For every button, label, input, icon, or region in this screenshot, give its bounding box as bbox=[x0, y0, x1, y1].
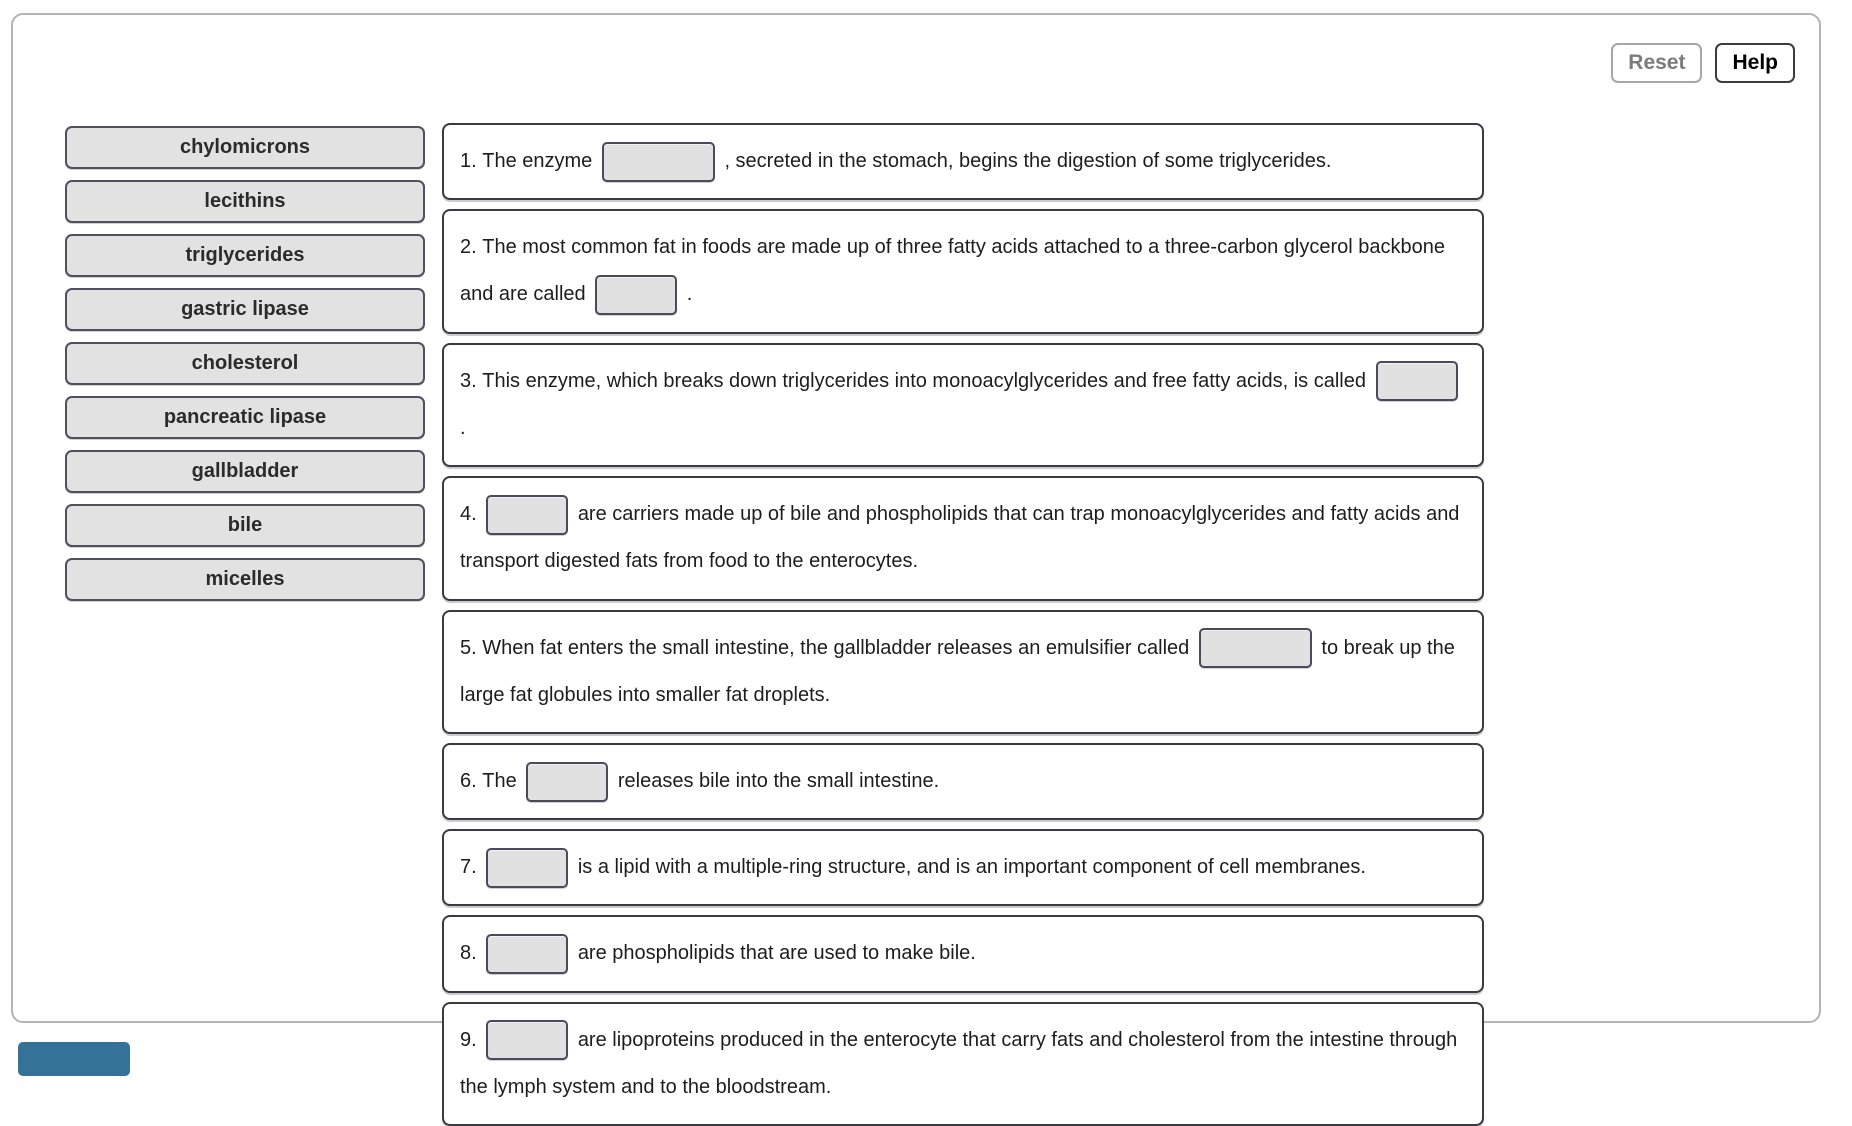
toolbar: Reset Help bbox=[1611, 43, 1795, 84]
word-bank-item-label: bile bbox=[227, 514, 263, 536]
word-bank-item[interactable]: lecithins bbox=[65, 180, 425, 223]
question-list: 1. The enzyme , secreted in the stomach,… bbox=[442, 123, 1484, 1126]
question-text: 4. are carriers made up of bile and phos… bbox=[460, 491, 1465, 585]
question-item: 4. are carriers made up of bile and phos… bbox=[442, 476, 1484, 601]
question-number: 8. bbox=[460, 942, 477, 965]
question-text-after: . bbox=[460, 417, 466, 440]
submit-button[interactable] bbox=[18, 1042, 130, 1076]
word-bank-item-label: gastric lipase bbox=[181, 298, 309, 320]
word-bank-item-label: micelles bbox=[205, 568, 285, 590]
word-bank-item-label: gallbladder bbox=[191, 460, 299, 482]
question-text: 9. are lipoproteins produced in the ente… bbox=[460, 1017, 1465, 1111]
question-text-after: are carriers made up of bile and phospho… bbox=[460, 503, 1460, 573]
word-bank-item-label: triglycerides bbox=[185, 244, 305, 266]
question-text: 1. The enzyme , secreted in the stomach,… bbox=[460, 138, 1465, 185]
question-item: 5. When fat enters the small intestine, … bbox=[442, 609, 1484, 734]
answer-dropzone[interactable] bbox=[486, 847, 569, 888]
question-text: 5. When fat enters the small intestine, … bbox=[460, 625, 1465, 719]
answer-dropzone[interactable] bbox=[486, 934, 569, 975]
answer-dropzone[interactable] bbox=[595, 275, 678, 316]
question-number: 1. bbox=[460, 150, 477, 173]
question-item: 2. The most common fat in foods are made… bbox=[442, 209, 1484, 334]
word-bank-item[interactable]: cholesterol bbox=[65, 342, 425, 385]
word-bank-item-label: pancreatic lipase bbox=[163, 406, 327, 428]
word-bank-item-label: chylomicrons bbox=[179, 136, 311, 158]
question-item: 8. are phospholipids that are used to ma… bbox=[442, 915, 1484, 993]
word-bank: chylomicrons lecithins triglycerides gas… bbox=[13, 123, 425, 601]
question-text: 7. is a lipid with a multiple-ring struc… bbox=[460, 844, 1465, 891]
question-text-before: The enzyme bbox=[482, 150, 593, 173]
question-text-before: The bbox=[482, 770, 517, 793]
question-number: 5. bbox=[460, 636, 477, 659]
question-item: 1. The enzyme , secreted in the stomach,… bbox=[442, 123, 1484, 201]
word-bank-item[interactable]: triglycerides bbox=[65, 234, 425, 277]
question-text-before: This enzyme, which breaks down triglycer… bbox=[482, 369, 1366, 392]
answer-dropzone[interactable] bbox=[486, 494, 569, 535]
question-number: 2. bbox=[460, 236, 477, 259]
question-item: 7. is a lipid with a multiple-ring struc… bbox=[442, 829, 1484, 907]
question-text-after: releases bile into the small intestine. bbox=[617, 770, 940, 793]
question-text-after: , secreted in the stomach, begins the di… bbox=[724, 150, 1332, 173]
question-number: 3. bbox=[460, 369, 477, 392]
question-number: 7. bbox=[460, 856, 477, 879]
answer-dropzone[interactable] bbox=[1375, 361, 1458, 402]
word-bank-item[interactable]: chylomicrons bbox=[65, 126, 425, 169]
answer-dropzone[interactable] bbox=[1198, 628, 1312, 669]
question-text: 3. This enzyme, which breaks down trigly… bbox=[460, 358, 1465, 452]
question-text-after: is a lipid with a multiple-ring structur… bbox=[577, 856, 1366, 879]
word-bank-item[interactable]: gastric lipase bbox=[65, 288, 425, 331]
question-number: 4. bbox=[460, 503, 477, 526]
word-bank-item[interactable]: micelles bbox=[65, 558, 425, 601]
question-text-after: . bbox=[686, 283, 693, 306]
answer-dropzone[interactable] bbox=[526, 761, 609, 802]
answer-dropzone[interactable] bbox=[601, 141, 715, 182]
word-bank-item[interactable]: gallbladder bbox=[65, 450, 425, 493]
question-item: 6. The releases bile into the small inte… bbox=[442, 742, 1484, 821]
question-text-after: are lipoproteins produced in the enteroc… bbox=[460, 1028, 1458, 1099]
activity-frame: Reset Help chylomicrons lecithins trigly… bbox=[11, 13, 1821, 1126]
word-bank-item[interactable]: bile bbox=[65, 504, 425, 547]
answer-dropzone[interactable] bbox=[486, 1020, 569, 1061]
question-item: 3. This enzyme, which breaks down trigly… bbox=[442, 342, 1484, 468]
question-text-before: When fat enters the small intestine, the… bbox=[482, 636, 1190, 659]
question-text-after: are phospholipids that are used to make … bbox=[577, 942, 976, 965]
question-item: 9. are lipoproteins produced in the ente… bbox=[442, 1001, 1484, 1126]
question-text: 6. The releases bile into the small inte… bbox=[460, 758, 1465, 805]
question-number: 9. bbox=[460, 1028, 477, 1051]
question-text: 8. are phospholipids that are used to ma… bbox=[460, 930, 1465, 977]
word-bank-item[interactable]: pancreatic lipase bbox=[65, 396, 425, 439]
activity-content: chylomicrons lecithins triglycerides gas… bbox=[13, 123, 1819, 1126]
question-number: 6. bbox=[460, 770, 477, 793]
help-button[interactable]: Help bbox=[1715, 43, 1795, 84]
question-text: 2. The most common fat in foods are made… bbox=[460, 224, 1465, 318]
word-bank-item-label: lecithins bbox=[204, 190, 286, 212]
word-bank-item-label: cholesterol bbox=[191, 352, 299, 374]
reset-button[interactable]: Reset bbox=[1611, 43, 1703, 84]
